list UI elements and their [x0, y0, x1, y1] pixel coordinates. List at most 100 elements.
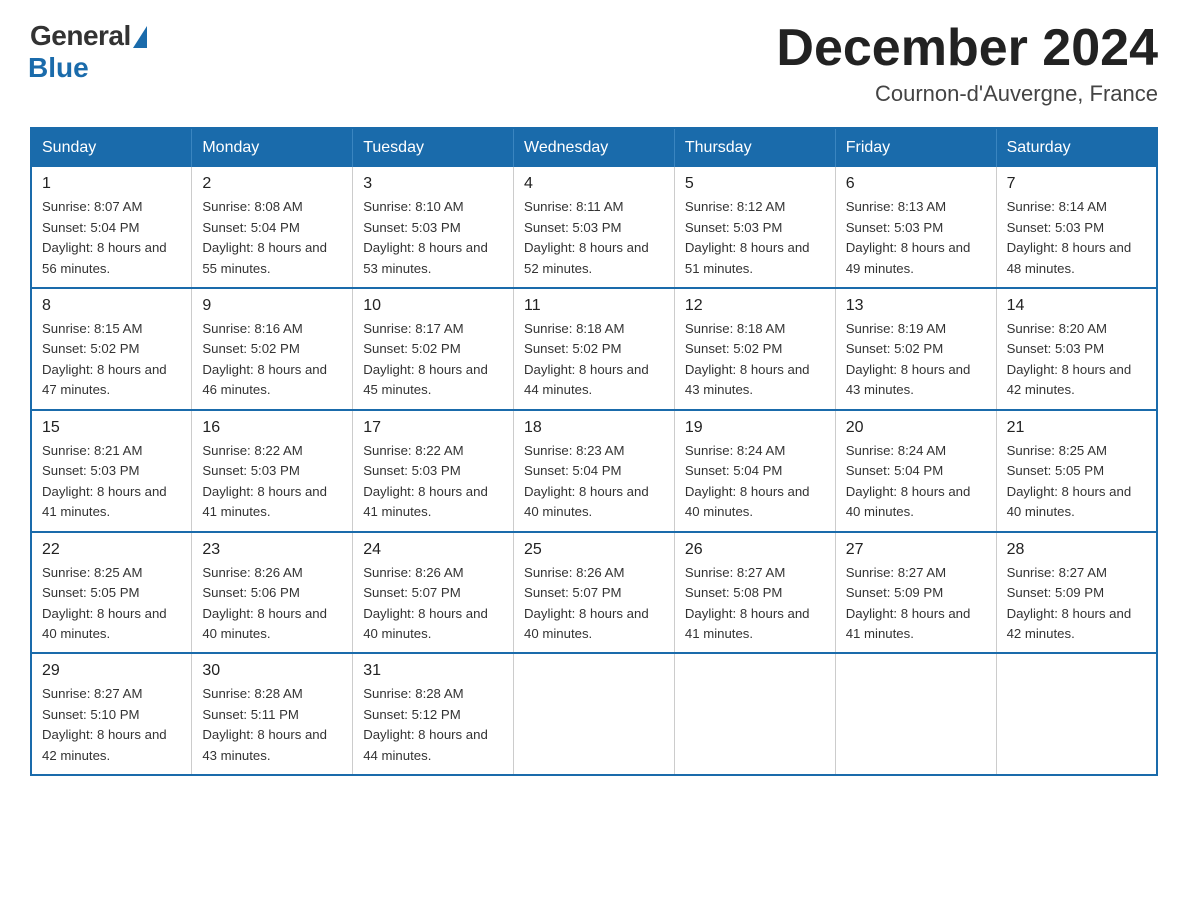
logo: General Blue [30, 20, 147, 84]
calendar-header-thursday: Thursday [674, 128, 835, 167]
day-info: Sunrise: 8:12 AMSunset: 5:03 PMDaylight:… [685, 197, 825, 279]
calendar-day-cell: 27 Sunrise: 8:27 AMSunset: 5:09 PMDaylig… [835, 532, 996, 654]
day-number: 29 [42, 662, 181, 680]
day-info: Sunrise: 8:10 AMSunset: 5:03 PMDaylight:… [363, 197, 503, 279]
calendar-day-cell: 7 Sunrise: 8:14 AMSunset: 5:03 PMDayligh… [996, 167, 1157, 288]
calendar-header-row: SundayMondayTuesdayWednesdayThursdayFrid… [31, 128, 1157, 167]
calendar-header-wednesday: Wednesday [514, 128, 675, 167]
calendar-table: SundayMondayTuesdayWednesdayThursdayFrid… [30, 127, 1158, 776]
day-info: Sunrise: 8:11 AMSunset: 5:03 PMDaylight:… [524, 197, 664, 279]
calendar-day-cell: 3 Sunrise: 8:10 AMSunset: 5:03 PMDayligh… [353, 167, 514, 288]
logo-blue-text: Blue [28, 52, 89, 84]
day-info: Sunrise: 8:28 AMSunset: 5:11 PMDaylight:… [202, 684, 342, 766]
calendar-week-row: 29 Sunrise: 8:27 AMSunset: 5:10 PMDaylig… [31, 653, 1157, 775]
calendar-week-row: 22 Sunrise: 8:25 AMSunset: 5:05 PMDaylig… [31, 532, 1157, 654]
day-info: Sunrise: 8:22 AMSunset: 5:03 PMDaylight:… [363, 441, 503, 523]
day-number: 14 [1007, 297, 1146, 315]
logo-triangle-icon [133, 26, 147, 48]
day-info: Sunrise: 8:16 AMSunset: 5:02 PMDaylight:… [202, 319, 342, 401]
day-number: 11 [524, 297, 664, 315]
calendar-day-cell: 30 Sunrise: 8:28 AMSunset: 5:11 PMDaylig… [192, 653, 353, 775]
calendar-day-cell: 1 Sunrise: 8:07 AMSunset: 5:04 PMDayligh… [31, 167, 192, 288]
day-number: 13 [846, 297, 986, 315]
day-number: 12 [685, 297, 825, 315]
calendar-day-cell: 19 Sunrise: 8:24 AMSunset: 5:04 PMDaylig… [674, 410, 835, 532]
calendar-header-friday: Friday [835, 128, 996, 167]
calendar-day-cell: 12 Sunrise: 8:18 AMSunset: 5:02 PMDaylig… [674, 288, 835, 410]
day-number: 8 [42, 297, 181, 315]
day-number: 5 [685, 175, 825, 193]
calendar-day-cell [674, 653, 835, 775]
day-info: Sunrise: 8:26 AMSunset: 5:06 PMDaylight:… [202, 563, 342, 645]
day-number: 23 [202, 541, 342, 559]
day-info: Sunrise: 8:26 AMSunset: 5:07 PMDaylight:… [524, 563, 664, 645]
calendar-day-cell: 22 Sunrise: 8:25 AMSunset: 5:05 PMDaylig… [31, 532, 192, 654]
calendar-day-cell [835, 653, 996, 775]
calendar-week-row: 15 Sunrise: 8:21 AMSunset: 5:03 PMDaylig… [31, 410, 1157, 532]
day-info: Sunrise: 8:08 AMSunset: 5:04 PMDaylight:… [202, 197, 342, 279]
calendar-day-cell: 11 Sunrise: 8:18 AMSunset: 5:02 PMDaylig… [514, 288, 675, 410]
calendar-day-cell: 5 Sunrise: 8:12 AMSunset: 5:03 PMDayligh… [674, 167, 835, 288]
calendar-day-cell: 26 Sunrise: 8:27 AMSunset: 5:08 PMDaylig… [674, 532, 835, 654]
day-number: 22 [42, 541, 181, 559]
day-info: Sunrise: 8:27 AMSunset: 5:08 PMDaylight:… [685, 563, 825, 645]
calendar-header-tuesday: Tuesday [353, 128, 514, 167]
calendar-day-cell: 28 Sunrise: 8:27 AMSunset: 5:09 PMDaylig… [996, 532, 1157, 654]
day-number: 28 [1007, 541, 1146, 559]
day-info: Sunrise: 8:13 AMSunset: 5:03 PMDaylight:… [846, 197, 986, 279]
day-number: 1 [42, 175, 181, 193]
day-info: Sunrise: 8:22 AMSunset: 5:03 PMDaylight:… [202, 441, 342, 523]
day-info: Sunrise: 8:25 AMSunset: 5:05 PMDaylight:… [1007, 441, 1146, 523]
day-info: Sunrise: 8:27 AMSunset: 5:09 PMDaylight:… [846, 563, 986, 645]
day-number: 6 [846, 175, 986, 193]
calendar-day-cell: 17 Sunrise: 8:22 AMSunset: 5:03 PMDaylig… [353, 410, 514, 532]
location-text: Cournon-d'Auvergne, France [776, 81, 1158, 107]
day-number: 25 [524, 541, 664, 559]
calendar-day-cell: 9 Sunrise: 8:16 AMSunset: 5:02 PMDayligh… [192, 288, 353, 410]
calendar-header-sunday: Sunday [31, 128, 192, 167]
calendar-header-saturday: Saturday [996, 128, 1157, 167]
day-number: 10 [363, 297, 503, 315]
day-number: 24 [363, 541, 503, 559]
calendar-day-cell: 14 Sunrise: 8:20 AMSunset: 5:03 PMDaylig… [996, 288, 1157, 410]
day-info: Sunrise: 8:21 AMSunset: 5:03 PMDaylight:… [42, 441, 181, 523]
day-number: 30 [202, 662, 342, 680]
day-number: 7 [1007, 175, 1146, 193]
calendar-header-monday: Monday [192, 128, 353, 167]
day-info: Sunrise: 8:27 AMSunset: 5:10 PMDaylight:… [42, 684, 181, 766]
day-info: Sunrise: 8:07 AMSunset: 5:04 PMDaylight:… [42, 197, 181, 279]
calendar-day-cell [514, 653, 675, 775]
calendar-day-cell: 21 Sunrise: 8:25 AMSunset: 5:05 PMDaylig… [996, 410, 1157, 532]
day-number: 31 [363, 662, 503, 680]
day-info: Sunrise: 8:18 AMSunset: 5:02 PMDaylight:… [524, 319, 664, 401]
title-section: December 2024 Cournon-d'Auvergne, France [776, 20, 1158, 107]
calendar-day-cell: 31 Sunrise: 8:28 AMSunset: 5:12 PMDaylig… [353, 653, 514, 775]
calendar-day-cell: 8 Sunrise: 8:15 AMSunset: 5:02 PMDayligh… [31, 288, 192, 410]
day-number: 20 [846, 419, 986, 437]
day-info: Sunrise: 8:24 AMSunset: 5:04 PMDaylight:… [846, 441, 986, 523]
calendar-day-cell: 2 Sunrise: 8:08 AMSunset: 5:04 PMDayligh… [192, 167, 353, 288]
day-number: 3 [363, 175, 503, 193]
calendar-day-cell: 18 Sunrise: 8:23 AMSunset: 5:04 PMDaylig… [514, 410, 675, 532]
day-info: Sunrise: 8:18 AMSunset: 5:02 PMDaylight:… [685, 319, 825, 401]
calendar-day-cell: 23 Sunrise: 8:26 AMSunset: 5:06 PMDaylig… [192, 532, 353, 654]
day-number: 16 [202, 419, 342, 437]
day-info: Sunrise: 8:25 AMSunset: 5:05 PMDaylight:… [42, 563, 181, 645]
day-number: 9 [202, 297, 342, 315]
calendar-day-cell: 16 Sunrise: 8:22 AMSunset: 5:03 PMDaylig… [192, 410, 353, 532]
day-info: Sunrise: 8:17 AMSunset: 5:02 PMDaylight:… [363, 319, 503, 401]
logo-general-text: General [30, 20, 131, 52]
calendar-day-cell: 15 Sunrise: 8:21 AMSunset: 5:03 PMDaylig… [31, 410, 192, 532]
month-title: December 2024 [776, 20, 1158, 77]
day-number: 19 [685, 419, 825, 437]
calendar-day-cell: 25 Sunrise: 8:26 AMSunset: 5:07 PMDaylig… [514, 532, 675, 654]
day-number: 21 [1007, 419, 1146, 437]
calendar-day-cell: 10 Sunrise: 8:17 AMSunset: 5:02 PMDaylig… [353, 288, 514, 410]
calendar-day-cell: 13 Sunrise: 8:19 AMSunset: 5:02 PMDaylig… [835, 288, 996, 410]
day-number: 18 [524, 419, 664, 437]
day-number: 2 [202, 175, 342, 193]
calendar-day-cell: 4 Sunrise: 8:11 AMSunset: 5:03 PMDayligh… [514, 167, 675, 288]
calendar-day-cell: 6 Sunrise: 8:13 AMSunset: 5:03 PMDayligh… [835, 167, 996, 288]
calendar-day-cell: 24 Sunrise: 8:26 AMSunset: 5:07 PMDaylig… [353, 532, 514, 654]
day-info: Sunrise: 8:19 AMSunset: 5:02 PMDaylight:… [846, 319, 986, 401]
